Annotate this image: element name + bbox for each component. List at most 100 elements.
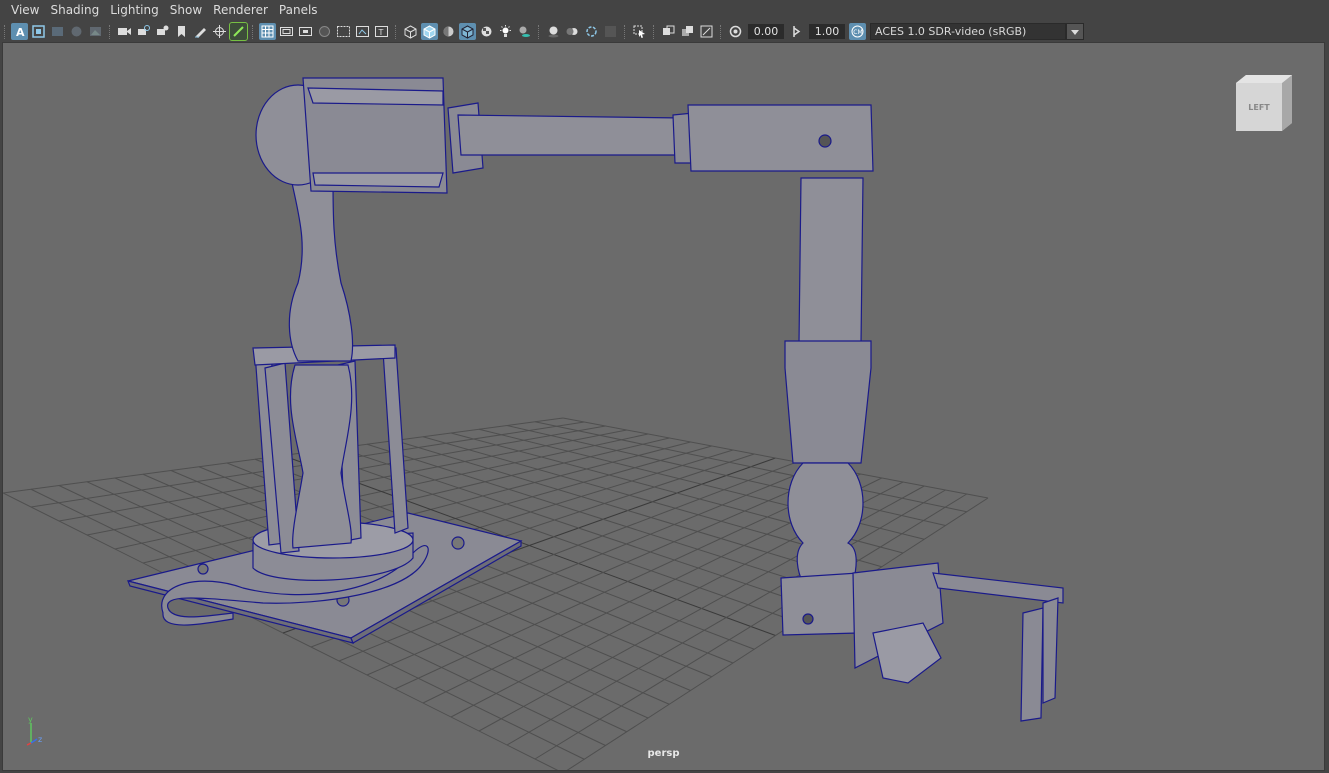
safe-title-button[interactable]: T [373,23,390,40]
camera-lock-button[interactable] [135,23,152,40]
use-all-lights-button[interactable] [497,23,514,40]
scene-canvas[interactable] [3,43,1324,770]
xray-active-components-button[interactable] [679,23,696,40]
toolbar-separator [720,24,723,39]
toolbar-separator [4,24,7,39]
screen-space-ao-button[interactable] [545,23,562,40]
gamma-reset-button[interactable] [788,23,805,40]
gate-mask-button[interactable] [316,23,333,40]
motion-blur-icon [566,28,578,35]
toolbar-separator [395,24,398,39]
color-management-button[interactable]: CM [849,23,866,40]
pan-zoom-icon [213,25,226,38]
chevron-down-icon [1071,29,1079,35]
depth-of-field-button[interactable] [602,23,619,40]
upper-column[interactable] [288,177,354,362]
gripper-finger[interactable] [932,572,1064,604]
film-gate-button[interactable] [68,23,85,40]
camera-attributes-button[interactable] [154,23,171,40]
menu-renderer[interactable]: Renderer [209,0,275,21]
2d-pan-zoom-button[interactable] [211,23,228,40]
view-transform-dropdown-button[interactable] [1066,23,1084,40]
light-bulb-icon [500,25,511,37]
xray-icon [663,25,675,35]
xray-joints-icon [700,25,713,38]
camera-name-label: persp [647,748,680,759]
film-gate-icon [280,27,293,36]
anti-aliasing-button[interactable] [583,23,600,40]
gripper-jaw[interactable] [872,622,942,684]
safe-action-button[interactable] [354,23,371,40]
perspective-viewport[interactable]: LEFT y z persp [2,42,1325,771]
color-management-icon: CM [851,25,864,38]
svg-text:T: T [378,28,384,37]
wireframe-shaded-icon [461,25,474,39]
menu-show[interactable]: Show [166,0,209,21]
wireframe-cube-icon [404,25,417,39]
shadows-button[interactable] [516,23,533,40]
resolution-gate-icon [299,27,312,36]
horizontal-arm[interactable] [457,114,686,156]
axis-z-label: z [38,735,42,744]
panel-toolbar: A T 0.00 1.00 CM ACES 1.0 SDR-video (sRG… [0,21,1329,42]
image-plane-button[interactable] [87,23,104,40]
wireframe-on-shaded-button[interactable] [459,23,476,40]
field-chart-button[interactable] [335,23,352,40]
camera-settings-icon [157,25,169,35]
toolbar-separator [653,24,656,39]
grid-toggle-button[interactable] [259,23,276,40]
view-transform-select[interactable]: ACES 1.0 SDR-video (sRGB) [870,23,1066,40]
xray-components-icon [682,26,693,36]
smooth-shade-button[interactable] [421,23,438,40]
svg-text:A: A [16,26,25,39]
menu-view[interactable]: View [0,0,46,21]
grid-line [506,425,946,526]
view-cube[interactable]: LEFT [1232,73,1294,135]
bookmark-button[interactable] [173,23,190,40]
grease-pencil-tool-button[interactable] [229,22,248,41]
axis-indicator: y z [26,715,42,746]
camera-attribute-icon: A [16,26,25,39]
forearm[interactable] [798,177,864,344]
frame-all-button[interactable] [30,23,47,40]
isolate-select-icon [633,25,645,38]
pencil-icon [195,28,206,38]
anti-alias-icon [586,26,597,37]
default-material-button[interactable] [440,23,457,40]
elbow-housing[interactable] [687,104,874,172]
isolate-select-button[interactable] [631,23,648,40]
textured-button[interactable] [478,23,495,40]
wrist-bracket[interactable] [784,340,872,464]
menu-panels[interactable]: Panels [275,0,325,21]
bookmark-list-button[interactable] [49,23,66,40]
wrist-joint[interactable] [787,462,864,584]
gripper-base[interactable] [780,572,859,636]
xray-button[interactable] [660,23,677,40]
grid-icon [261,25,274,38]
wireframe-button[interactable] [402,23,419,40]
exposure-reset-button[interactable] [727,23,744,40]
gamma-icon [793,26,801,37]
motion-blur-button[interactable] [564,23,581,40]
field-chart-icon [337,26,350,37]
xray-joints-button[interactable] [698,23,715,40]
camera-button[interactable] [116,23,133,40]
menu-lighting[interactable]: Lighting [106,0,166,21]
menu-shading[interactable]: Shading [46,0,106,21]
robot-arm-mesh[interactable] [127,77,1064,722]
image-plane-icon [90,27,101,36]
grease-pencil-button[interactable] [192,23,209,40]
safe-title-icon: T [375,26,388,37]
exposure-field[interactable] [748,24,784,39]
grid-line [534,421,967,513]
video-camera-icon [118,28,131,35]
lower-column[interactable] [289,364,353,549]
resolution-gate-button[interactable] [297,23,314,40]
frame-icon [32,25,45,38]
film-gate-toggle-button[interactable] [278,23,295,40]
grid-view-icon [52,27,63,36]
camera-lock-icon [138,25,150,35]
gamma-field[interactable] [809,24,845,39]
view-cube-label: LEFT [1248,103,1270,112]
select-camera-button[interactable]: A [11,23,28,40]
